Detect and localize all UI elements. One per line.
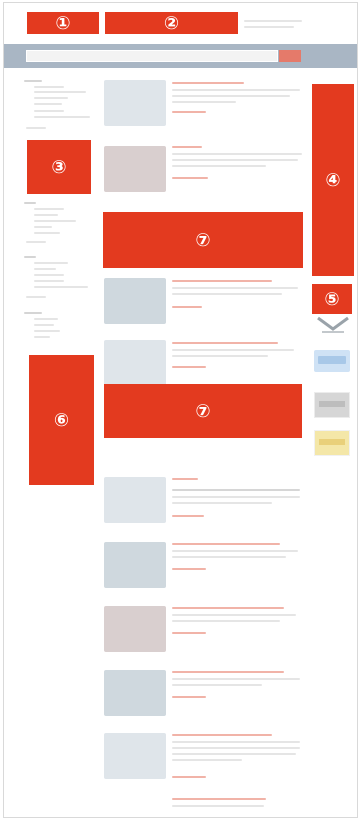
- read-more-link[interactable]: [172, 177, 208, 179]
- article-excerpt: [172, 747, 300, 749]
- article-excerpt: [172, 759, 242, 761]
- article-excerpt: [172, 287, 298, 289]
- sidebar-link[interactable]: [34, 214, 58, 216]
- read-more-link[interactable]: [172, 632, 206, 634]
- read-more-link[interactable]: [172, 776, 206, 778]
- sponsor-logo[interactable]: [314, 312, 352, 336]
- article-excerpt: [172, 684, 262, 686]
- sidebar-link[interactable]: [34, 280, 64, 282]
- read-more-link[interactable]: [172, 515, 204, 517]
- article-excerpt: [172, 95, 290, 97]
- sidebar-heading: [24, 312, 42, 314]
- article-thumbnail[interactable]: [104, 733, 166, 779]
- read-more-link[interactable]: [172, 568, 206, 570]
- article-thumbnail[interactable]: [104, 670, 166, 716]
- banner-image: [319, 439, 345, 445]
- article-title[interactable]: [172, 607, 284, 609]
- sidebar-link[interactable]: [34, 336, 50, 338]
- article-thumbnail[interactable]: [104, 146, 166, 192]
- sidebar-heading: [24, 80, 42, 82]
- article-excerpt: [172, 153, 302, 155]
- sidebar-more[interactable]: [26, 296, 46, 298]
- sidebar-link[interactable]: [34, 318, 58, 320]
- sidebar-link[interactable]: [34, 286, 88, 288]
- annotation-7-top: ⑦: [103, 212, 303, 268]
- header-text: [244, 26, 294, 28]
- sidebar-heading: [24, 202, 36, 204]
- sponsor-banner[interactable]: [314, 392, 350, 418]
- sidebar-heading: [24, 256, 36, 258]
- article-title[interactable]: [172, 478, 198, 480]
- read-more-link[interactable]: [172, 366, 206, 368]
- sidebar-link[interactable]: [34, 208, 64, 210]
- article-excerpt: [172, 550, 298, 552]
- article-thumbnail[interactable]: [104, 340, 166, 386]
- sidebar-more[interactable]: [26, 127, 46, 129]
- article-excerpt: [172, 620, 280, 622]
- read-more-link[interactable]: [172, 111, 206, 113]
- article-title[interactable]: [172, 671, 284, 673]
- article-excerpt: [172, 293, 282, 295]
- sidebar-link[interactable]: [34, 97, 68, 99]
- article-excerpt: [172, 349, 294, 351]
- read-more-link[interactable]: [172, 306, 202, 308]
- article-excerpt: [172, 805, 264, 807]
- sidebar-link[interactable]: [34, 103, 62, 105]
- article-thumbnail[interactable]: [104, 80, 166, 126]
- article-excerpt: [172, 89, 300, 91]
- sidebar-link[interactable]: [34, 274, 64, 276]
- annotation-7-bottom: ⑦: [104, 384, 302, 438]
- search-button[interactable]: [279, 50, 301, 62]
- article-excerpt: [172, 165, 266, 167]
- article-thumbnail[interactable]: [104, 477, 166, 523]
- sidebar-link[interactable]: [34, 262, 68, 264]
- article-title[interactable]: [172, 146, 202, 148]
- sponsor-banner[interactable]: [314, 430, 350, 456]
- sidebar-link[interactable]: [34, 268, 56, 270]
- sponsor-logo[interactable]: [314, 350, 350, 372]
- article-excerpt: [172, 489, 300, 491]
- article-thumbnail[interactable]: [104, 278, 166, 324]
- article-excerpt: [172, 556, 286, 558]
- header-text: [244, 20, 302, 22]
- logo-mark: [318, 356, 346, 364]
- article-excerpt: [172, 101, 236, 103]
- sidebar-link[interactable]: [34, 232, 60, 234]
- article-title[interactable]: [172, 543, 280, 545]
- article-excerpt: [172, 159, 298, 161]
- sidebar-link[interactable]: [34, 324, 54, 326]
- article-thumbnail[interactable]: [104, 606, 166, 652]
- search-input[interactable]: [26, 50, 278, 62]
- article-excerpt: [172, 496, 300, 498]
- sidebar-link[interactable]: [34, 110, 64, 112]
- annotation-5: ⑤: [312, 284, 352, 314]
- sidebar-link[interactable]: [34, 116, 90, 118]
- annotation-2: ②: [105, 12, 238, 34]
- article-title[interactable]: [172, 342, 278, 344]
- banner-image: [319, 401, 345, 407]
- sidebar-link[interactable]: [34, 91, 86, 93]
- sidebar-link[interactable]: [34, 226, 52, 228]
- article-thumbnail[interactable]: [104, 542, 166, 588]
- sidebar-link[interactable]: [34, 330, 60, 332]
- annotation-3: ③: [27, 140, 91, 194]
- article-excerpt: [172, 502, 272, 504]
- article-title[interactable]: [172, 82, 244, 84]
- article-title[interactable]: [172, 280, 272, 282]
- read-more-link[interactable]: [172, 696, 206, 698]
- article-excerpt: [172, 678, 300, 680]
- article-excerpt: [172, 614, 296, 616]
- article-excerpt: [172, 741, 300, 743]
- annotation-6: ⑥: [29, 355, 94, 485]
- sidebar-link[interactable]: [34, 86, 64, 88]
- sidebar-link[interactable]: [34, 220, 76, 222]
- article-title[interactable]: [172, 798, 266, 800]
- annotation-4: ④: [312, 84, 354, 276]
- article-excerpt: [172, 355, 268, 357]
- article-excerpt: [172, 753, 296, 755]
- annotation-1: ①: [27, 12, 99, 34]
- article-title[interactable]: [172, 734, 272, 736]
- sidebar-more[interactable]: [26, 241, 46, 243]
